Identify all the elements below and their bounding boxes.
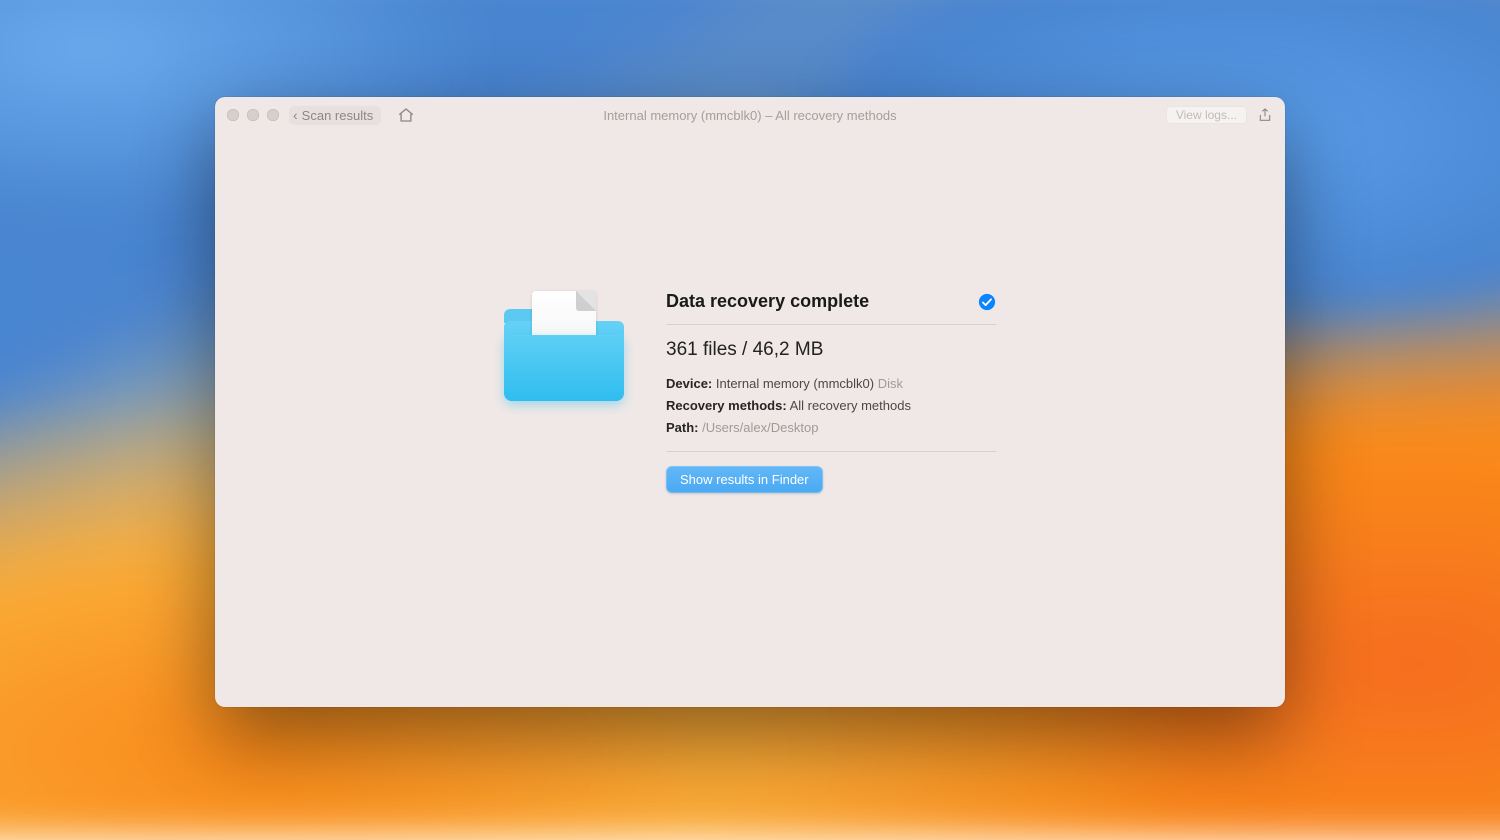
path-label: Path:	[666, 420, 699, 435]
window-traffic-lights[interactable]	[227, 109, 279, 121]
success-check-icon	[978, 293, 996, 311]
back-button-label: Scan results	[302, 108, 374, 123]
result-headline: Data recovery complete	[666, 291, 869, 312]
home-button[interactable]	[397, 106, 415, 124]
titlebar: ‹ Scan results Internal memory (mmcblk0)…	[215, 97, 1285, 133]
share-button[interactable]	[1257, 106, 1273, 124]
show-in-finder-button[interactable]: Show results in Finder	[666, 466, 823, 493]
view-logs-button[interactable]: View logs...	[1166, 106, 1247, 124]
path-value: /Users/alex/Desktop	[702, 420, 818, 435]
home-icon	[397, 106, 415, 124]
device-label: Device:	[666, 376, 712, 391]
folder-documents-icon	[504, 291, 624, 401]
chevron-left-icon: ‹	[293, 108, 298, 122]
device-value: Internal memory (mmcblk0)	[716, 376, 874, 391]
share-icon	[1257, 106, 1273, 124]
device-type: Disk	[878, 376, 903, 391]
app-window: ‹ Scan results Internal memory (mmcblk0)…	[215, 97, 1285, 707]
result-panel: Data recovery complete 361 files / 46,2 …	[666, 291, 996, 493]
methods-value: All recovery methods	[790, 398, 911, 413]
back-button[interactable]: ‹ Scan results	[289, 106, 381, 125]
zoom-icon[interactable]	[267, 109, 279, 121]
minimize-icon[interactable]	[247, 109, 259, 121]
close-icon[interactable]	[227, 109, 239, 121]
result-summary: 361 files / 46,2 MB	[666, 325, 996, 373]
result-meta: Device: Internal memory (mmcblk0) Disk R…	[666, 373, 996, 452]
content-area: Data recovery complete 361 files / 46,2 …	[215, 133, 1285, 707]
methods-label: Recovery methods:	[666, 398, 787, 413]
